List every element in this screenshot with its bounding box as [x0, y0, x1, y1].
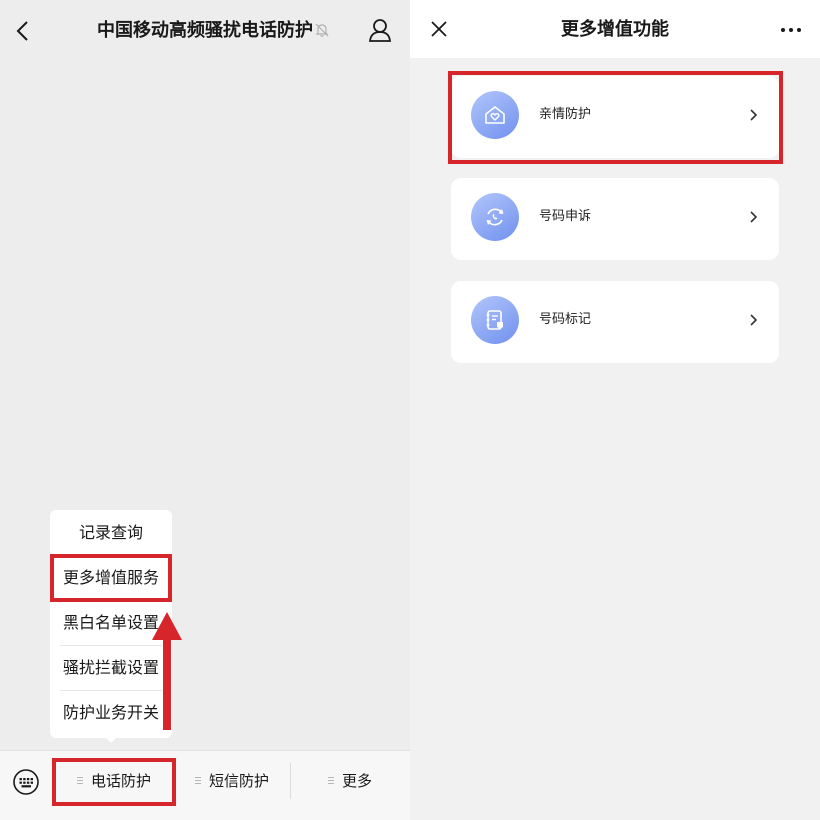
more-dots-icon[interactable] [780, 23, 802, 37]
close-icon[interactable] [430, 20, 448, 38]
highlight-box-service-card [448, 71, 783, 164]
chat-header: 中国移动高频骚扰电话防护 [0, 0, 410, 62]
service-card-number-appeal[interactable]: 号码申诉 [451, 178, 779, 260]
chevron-right-icon [750, 211, 758, 223]
services-header: 更多增值功能 [410, 0, 820, 58]
menu-item-records[interactable]: 记录查询 [50, 510, 172, 555]
menu-lines-icon [327, 777, 334, 786]
highlight-box-tab [52, 758, 176, 806]
phone-refresh-icon [471, 193, 519, 241]
tab-label: 更多 [341, 772, 372, 790]
keyboard-icon[interactable] [12, 768, 40, 796]
notebook-tag-icon [471, 296, 519, 344]
tab-label: 短信防护 [208, 772, 269, 790]
highlight-box-menu-item [50, 554, 172, 602]
services-panel: 更多增值功能 亲情防护 号码申诉 号码标记 [410, 0, 820, 820]
tab-sms-protection[interactable]: 短信防护 [174, 751, 290, 811]
services-title: 更多增值功能 [561, 19, 669, 40]
service-label: 号码标记 [539, 312, 592, 327]
chevron-right-icon [750, 314, 758, 326]
user-icon[interactable] [366, 17, 394, 45]
tab-more[interactable]: 更多 [290, 751, 410, 811]
service-label: 号码申诉 [539, 209, 592, 224]
menu-lines-icon [194, 777, 201, 786]
chevron-left-icon[interactable] [12, 18, 36, 44]
red-arrow-icon [152, 612, 182, 730]
chat-panel: 中国移动高频骚扰电话防护 记录查询 更多增值服务 黑白名单设置 骚扰拦截设置 防… [0, 0, 410, 820]
chat-title: 中国移动高频骚扰电话防护 [97, 20, 313, 41]
menu-pointer [104, 736, 118, 743]
service-card-number-tag[interactable]: 号码标记 [451, 281, 779, 363]
bell-muted-icon [315, 23, 329, 37]
